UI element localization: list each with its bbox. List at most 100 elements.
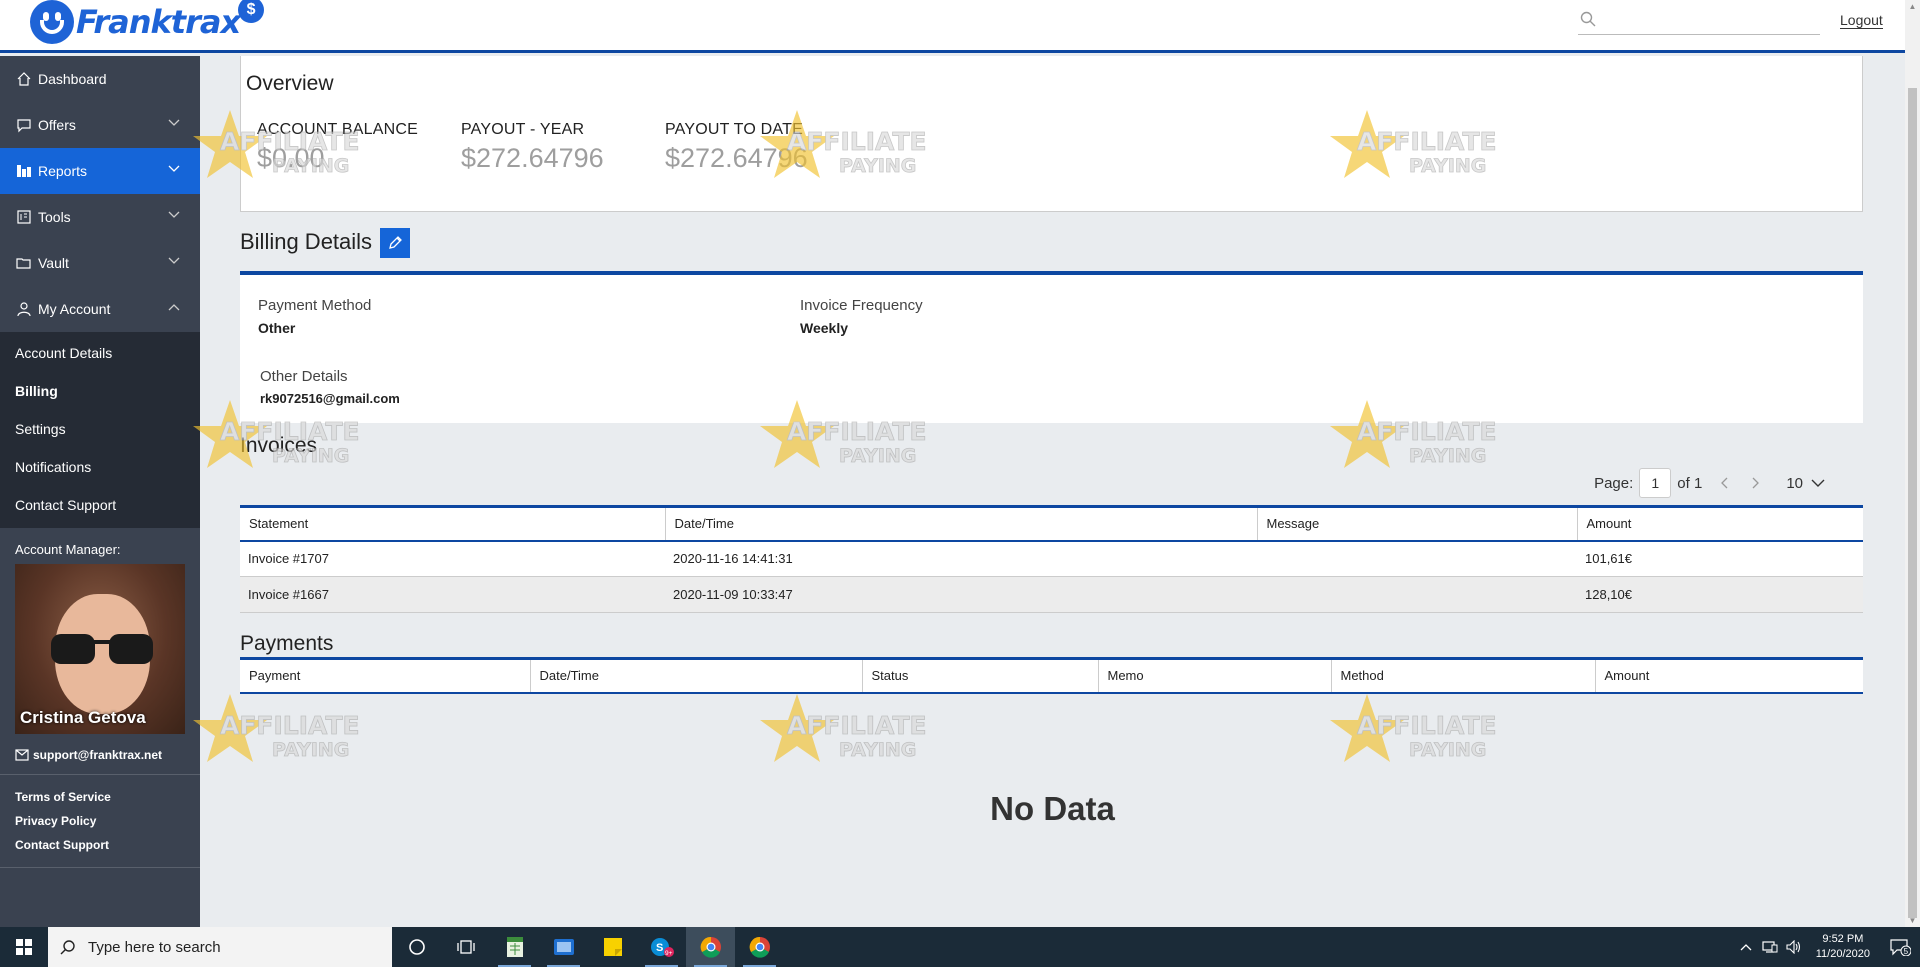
column-header[interactable]: Statement	[240, 505, 666, 542]
payments-title: Payments	[240, 632, 334, 655]
scroll-down-arrow-icon[interactable]: ▼	[1908, 916, 1917, 925]
sidebar-item-reports[interactable]: Reports	[0, 148, 200, 194]
show-hidden-icons-chevron-icon[interactable]	[1734, 927, 1758, 967]
table-header-row: Payment Date/Time Status Memo Method Amo…	[240, 657, 1863, 694]
table-header-row: Statement Date/Time Message Amount	[240, 505, 1863, 542]
other-details-value: rk9072516@gmail.com	[260, 391, 400, 406]
sidebar-item-tools[interactable]: Tools	[0, 194, 200, 240]
column-header[interactable]: Memo	[1098, 657, 1332, 694]
sidebar-item-vault[interactable]: Vault	[0, 240, 200, 286]
privacy-policy-link[interactable]: Privacy Policy	[15, 809, 200, 833]
chevron-down-icon	[168, 211, 180, 218]
stat-payout-to-date: PAYOUT TO DATE $272.64796	[665, 121, 808, 174]
next-page-icon[interactable]	[1748, 476, 1762, 490]
prev-page-icon[interactable]	[1718, 476, 1732, 490]
task-view-button[interactable]	[441, 927, 490, 967]
search-icon	[1580, 11, 1596, 27]
account-manager-photo: Cristina Getova	[15, 564, 185, 734]
billing-details-title: Billing Details	[240, 229, 373, 254]
page-scrollbar[interactable]: ▲ ▼	[1905, 0, 1920, 927]
stat-account-balance: ACCOUNT BALANCE $0.00	[257, 121, 418, 174]
table-cell: 2020-11-09 10:33:47	[665, 576, 1257, 613]
terms-of-service-link[interactable]: Terms of Service	[15, 785, 200, 809]
stat-payout-year: PAYOUT - YEAR $272.64796	[461, 121, 604, 174]
contact-support-link[interactable]: Contact Support	[15, 833, 200, 857]
invoice-frequency-value: Weekly	[800, 320, 848, 336]
taskbar-search-placeholder: Type here to search	[88, 938, 221, 956]
taskbar-app-media[interactable]	[539, 927, 588, 967]
stat-value: $0.00	[257, 143, 325, 173]
sidebar-item-my-account[interactable]: My Account	[0, 286, 200, 332]
submenu-billing[interactable]: Billing	[0, 372, 200, 410]
chevron-down-icon	[168, 165, 180, 172]
page-number-input[interactable]: 1	[1639, 468, 1672, 498]
sidebar-item-label: Vault	[38, 255, 69, 271]
column-header[interactable]: Method	[1331, 657, 1596, 694]
tools-icon	[17, 210, 31, 224]
page-total: of 1	[1677, 474, 1703, 492]
logout-link[interactable]: Logout	[1840, 12, 1883, 29]
column-header[interactable]: Message	[1257, 505, 1578, 542]
column-header[interactable]: Amount	[1577, 505, 1863, 542]
taskbar-app-chrome[interactable]	[735, 927, 784, 967]
billing-details-card: Payment Method Other Invoice Frequency W…	[240, 271, 1863, 423]
submenu-contact-support[interactable]: Contact Support	[0, 486, 200, 524]
table-cell[interactable]: Invoice #1667	[240, 576, 665, 613]
invoice-frequency-label: Invoice Frequency	[800, 297, 923, 314]
taskbar-app-spreadsheet[interactable]	[490, 927, 539, 967]
notifications-icon: 5	[1890, 939, 1911, 956]
taskbar-app-sticky-notes[interactable]	[588, 927, 637, 967]
skype-icon: S 9+	[650, 938, 674, 957]
payment-method-label: Payment Method	[258, 297, 372, 314]
table-row[interactable]: Invoice #1707 2020-11-16 14:41:31 101,61…	[240, 540, 1863, 577]
table-cell[interactable]: Invoice #1707	[240, 540, 665, 577]
table-row[interactable]: Invoice #1667 2020-11-09 10:33:47 128,10…	[240, 576, 1863, 613]
volume-icon[interactable]	[1782, 927, 1806, 967]
windows-start-button[interactable]	[0, 927, 48, 967]
bar-chart-icon	[17, 165, 31, 177]
table-cell: 101,61€	[1577, 540, 1863, 577]
sidebar-item-label: Dashboard	[38, 71, 107, 87]
network-icon[interactable]	[1758, 927, 1782, 967]
column-header[interactable]: Date/Time	[530, 657, 863, 694]
home-icon	[17, 72, 31, 86]
sidebar-item-label: Tools	[38, 209, 71, 225]
support-email[interactable]: support@franktrax.net	[0, 734, 200, 775]
taskbar-app-chrome-active[interactable]	[686, 927, 735, 967]
chevron-down-icon	[168, 119, 180, 126]
table-cell	[1257, 576, 1577, 613]
scroll-up-arrow-icon[interactable]: ▲	[1908, 2, 1917, 11]
column-header[interactable]: Date/Time	[665, 505, 1258, 542]
column-header[interactable]: Status	[862, 657, 1099, 694]
search-input[interactable]	[1604, 8, 1814, 34]
skype-badge: 9+	[665, 950, 673, 957]
per-page-value: 10	[1786, 474, 1803, 492]
account-manager-name: Cristina Getova	[20, 708, 146, 727]
submenu-notifications[interactable]: Notifications	[0, 448, 200, 486]
taskbar-search-box[interactable]: Type here to search	[48, 927, 392, 967]
per-page-select[interactable]: 10	[1786, 475, 1825, 492]
taskbar-app-skype[interactable]: S 9+	[637, 927, 686, 967]
edit-billing-button[interactable]	[380, 228, 410, 258]
system-tray: 9:52 PM 11/20/2020 5	[1734, 927, 1920, 967]
invoice-frequency-field: Invoice Frequency Weekly	[800, 297, 923, 336]
chat-icon	[17, 119, 31, 133]
media-app-icon	[553, 939, 574, 955]
column-header[interactable]: Amount	[1595, 657, 1863, 694]
taskbar-clock[interactable]: 9:52 PM 11/20/2020	[1806, 932, 1880, 962]
sidebar-item-dashboard[interactable]: Dashboard	[0, 56, 200, 102]
sidebar-item-offers[interactable]: Offers	[0, 102, 200, 148]
franktrax-logo[interactable]: Franktrax $	[30, 0, 265, 44]
page-label: Page:	[1594, 474, 1634, 492]
clock-date: 11/20/2020	[1815, 948, 1870, 960]
no-data-message: No Data	[990, 790, 1115, 827]
action-center-button[interactable]: 5	[1880, 927, 1920, 967]
submenu-account-details[interactable]: Account Details	[0, 334, 200, 372]
stat-label: PAYOUT TO DATE	[665, 121, 803, 138]
cortana-button[interactable]	[392, 927, 441, 967]
payment-method-field: Payment Method Other	[258, 297, 371, 336]
scrollbar-thumb[interactable]	[1908, 88, 1917, 918]
chevron-down-icon	[1811, 479, 1825, 487]
column-header[interactable]: Payment	[240, 657, 531, 694]
submenu-settings[interactable]: Settings	[0, 410, 200, 448]
